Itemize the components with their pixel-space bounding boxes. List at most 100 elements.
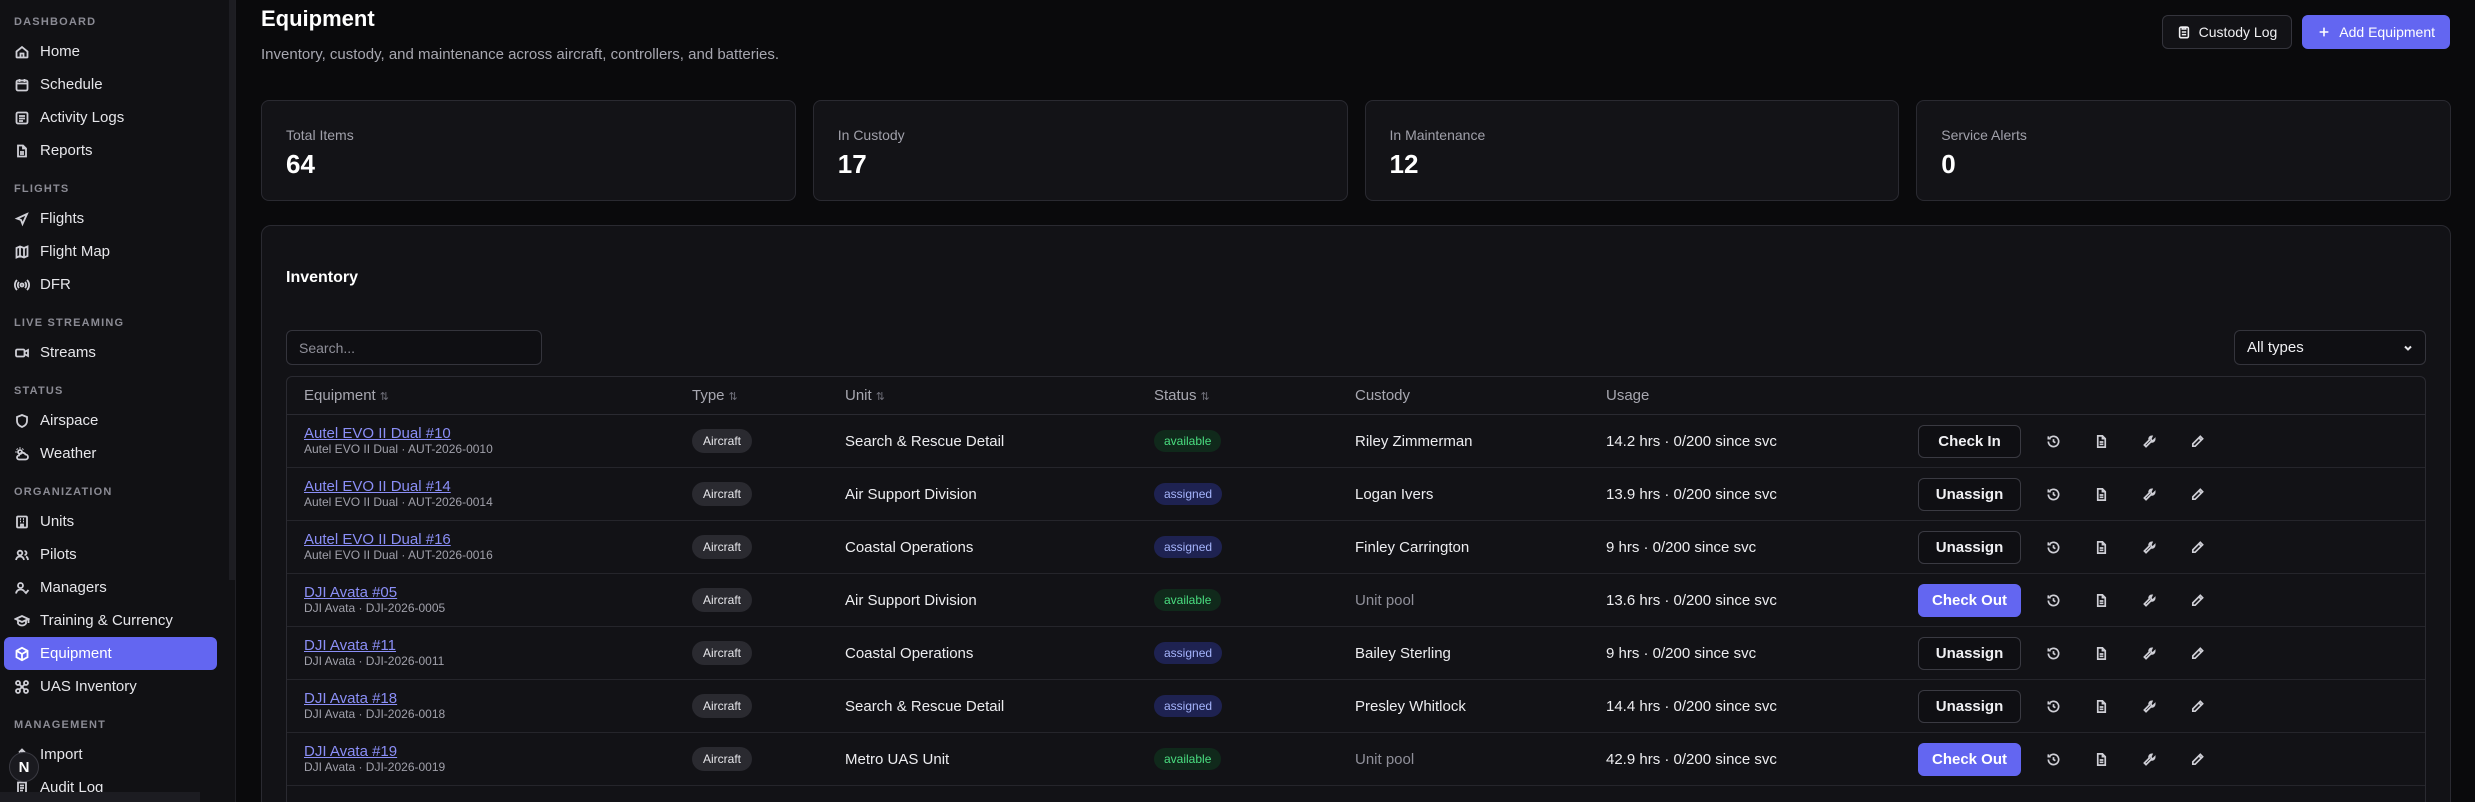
sidebar-item-dfr[interactable]: DFR (0, 268, 217, 301)
sidebar-item-activity-logs[interactable]: Activity Logs (0, 101, 217, 134)
column-header-status[interactable]: Status ⇅ (1154, 387, 1355, 404)
maintenance-button[interactable] (2125, 478, 2173, 511)
sort-icon: ⇅ (1200, 391, 1210, 403)
graduation-cap-icon (14, 614, 30, 626)
equipment-link[interactable]: DJI Avata #11 (304, 637, 692, 654)
sort-icon: ⇅ (379, 391, 389, 403)
sidebar-item-label: Streams (40, 344, 96, 361)
sidebar-item-label: Training & Currency (40, 612, 173, 629)
history-icon (2047, 699, 2059, 712)
cloud-sun-icon (15, 447, 29, 460)
unassign-button[interactable]: Unassign (1918, 636, 2021, 670)
maintenance-button[interactable] (2125, 425, 2173, 458)
sidebar-item-home[interactable]: Home (0, 35, 217, 68)
sidebar-item-label: Managers (40, 579, 107, 596)
edit-button[interactable] (2173, 531, 2221, 564)
sidebar-item-equipment[interactable]: Equipment (4, 637, 217, 670)
maintenance-button[interactable] (2125, 743, 2173, 776)
equipment-link[interactable]: Autel EVO II Dual #10 (304, 425, 692, 442)
edit-button[interactable] (2173, 690, 2221, 723)
maintenance-button[interactable] (2125, 531, 2173, 564)
maintenance-button[interactable] (2125, 637, 2173, 670)
sidebar-scrollbar[interactable] (229, 0, 235, 580)
equipment-link[interactable]: DJI Avata #19 (304, 743, 692, 760)
check-out-button[interactable]: Check Out (1918, 742, 2021, 776)
equipment-link[interactable]: Autel EVO II Dual #16 (304, 531, 692, 548)
history-button[interactable] (2029, 743, 2077, 776)
sidebar-item-flights[interactable]: Flights (0, 202, 217, 235)
sidebar-item-managers[interactable]: Managers (0, 571, 217, 604)
building-icon (16, 515, 28, 528)
check-in-button[interactable]: Check In (1918, 424, 2021, 458)
equipment-link[interactable]: Autel EVO II Dual #14 (304, 478, 692, 495)
sidebar-item-weather[interactable]: Weather (0, 437, 217, 470)
home-icon (15, 45, 29, 58)
table-row: Autel EVO II Dual #10 Autel EVO II Dual … (287, 415, 2425, 468)
maintenance-button[interactable] (2125, 584, 2173, 617)
sidebar-item-label: Weather (40, 445, 97, 462)
sidebar-item-training-currency[interactable]: Training & Currency (0, 604, 217, 637)
avatar[interactable]: N (9, 752, 39, 782)
check-out-button[interactable]: Check Out (1918, 583, 2021, 617)
edit-button[interactable] (2173, 743, 2221, 776)
history-button[interactable] (2029, 690, 2077, 723)
history-button[interactable] (2029, 637, 2077, 670)
sort-icon: ⇅ (728, 391, 738, 403)
sidebar-item-streams[interactable]: Streams (0, 336, 217, 369)
type-cell: Aircraft (692, 588, 845, 612)
sidebar-item-reports[interactable]: Reports (0, 134, 217, 167)
equipment-link[interactable]: DJI Avata #05 (304, 584, 692, 601)
custody-log-button[interactable]: Custody Log (2161, 15, 2293, 49)
column-header-unit[interactable]: Unit ⇅ (845, 387, 1154, 404)
sidebar-item-uas-inventory[interactable]: UAS Inventory (0, 670, 217, 703)
stats-row: Total Items 64 In Custody 17 In Maintena… (261, 100, 2451, 201)
document-button[interactable] (2077, 637, 2125, 670)
add-equipment-button[interactable]: Add Equipment (2302, 15, 2450, 49)
status-cell: available (1154, 748, 1355, 770)
search-input[interactable] (286, 330, 542, 365)
equipment-link[interactable]: DJI Avata #18 (304, 690, 692, 707)
history-button[interactable] (2029, 478, 2077, 511)
add-equipment-label: Add Equipment (2339, 24, 2435, 40)
stat-value: 12 (1389, 149, 1419, 179)
stat-value: 64 (286, 149, 315, 179)
sidebar-item-schedule[interactable]: Schedule (0, 68, 217, 101)
edit-button[interactable] (2173, 637, 2221, 670)
sidebar-item-flight-map[interactable]: Flight Map (0, 235, 217, 268)
nav-section-label: ORGANIZATION (14, 486, 113, 498)
status-badge: available (1154, 748, 1222, 770)
unassign-button[interactable]: Unassign (1918, 477, 2021, 511)
column-header-type[interactable]: Type ⇅ (692, 387, 845, 404)
document-icon (2096, 699, 2106, 713)
history-button[interactable] (2029, 584, 2077, 617)
equipment-serial: DJI Avata · DJI-2026-0011 (304, 654, 445, 668)
document-button[interactable] (2077, 743, 2125, 776)
custody-log-label: Custody Log (2198, 24, 2278, 40)
wrench-icon (2142, 540, 2156, 554)
column-header-equipment[interactable]: Equipment ⇅ (287, 387, 692, 404)
maintenance-button[interactable] (2125, 690, 2173, 723)
document-button[interactable] (2077, 425, 2125, 458)
file-icon (17, 144, 27, 157)
inventory-panel: Inventory All types Equipment⇅ Type⇅ Uni… (261, 225, 2451, 802)
document-button[interactable] (2077, 531, 2125, 564)
sidebar-item-units[interactable]: Units (0, 505, 217, 538)
unassign-button[interactable]: Unassign (1918, 689, 2021, 723)
edit-button[interactable] (2173, 425, 2221, 458)
sidebar-item-airspace[interactable]: Airspace (0, 404, 217, 437)
equipment-cell: Autel EVO II Dual #14 Autel EVO II Dual … (287, 478, 692, 510)
unassign-button[interactable]: Unassign (1918, 530, 2021, 564)
table-row-partial (287, 786, 2425, 802)
history-button[interactable] (2029, 531, 2077, 564)
document-button[interactable] (2077, 584, 2125, 617)
custody-cell: Riley Zimmerman (1355, 432, 1473, 450)
pencil-icon (2191, 487, 2204, 500)
edit-button[interactable] (2173, 584, 2221, 617)
document-button[interactable] (2077, 690, 2125, 723)
sort-icon: ⇅ (875, 391, 885, 403)
edit-button[interactable] (2173, 478, 2221, 511)
history-button[interactable] (2029, 425, 2077, 458)
type-filter-select[interactable]: All types (2234, 330, 2426, 365)
sidebar-item-pilots[interactable]: Pilots (0, 538, 217, 571)
document-button[interactable] (2077, 478, 2125, 511)
